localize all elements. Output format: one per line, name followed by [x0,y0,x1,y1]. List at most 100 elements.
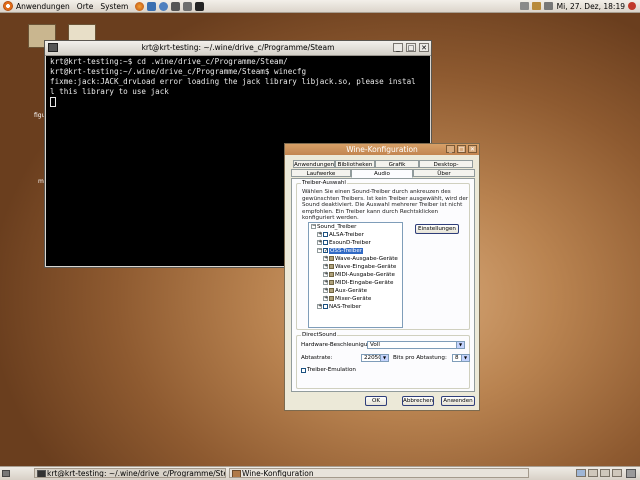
oss-checkbox[interactable]: ✓ [323,248,328,254]
device-icon [329,296,334,301]
tab-audio[interactable]: Audio [351,169,413,178]
terminal-line: l this library to use jack [50,87,169,96]
cancel-button[interactable]: Abbrechen [402,396,434,406]
terminal-title: krt@krt-testing: ~/.wine/drive_c/Program… [141,43,335,52]
taskbar-item-terminal[interactable]: krt@krt-testing: ~/.wine/drive_c/Program… [34,468,226,478]
expand-icon[interactable]: + [323,264,328,269]
terminal-line: krt@krt-testing:~$ cd .wine/drive_c/Prog… [50,57,288,66]
tab-graphics[interactable]: Grafik [375,160,419,168]
device-icon [329,264,334,269]
directsound-title: DirectSound [301,332,338,338]
tree-item-esound[interactable]: + EsounD-Treiber [317,240,371,248]
terminal-launcher-icon[interactable] [171,1,181,11]
driver-emulation-checkbox[interactable] [301,367,306,373]
taskbar-item-wine[interactable]: Wine-Konfiguration [229,468,529,478]
expand-icon[interactable]: + [323,296,328,301]
top-panel: Anwendungen Orte System Mi, 27. Dez, 18:… [0,0,640,13]
esound-checkbox[interactable] [323,240,328,245]
screenshot-launcher-icon[interactable] [183,1,193,11]
chevron-down-icon[interactable]: ▼ [456,342,464,348]
tree-item-aux[interactable]: + Aux-Geräte [323,288,367,296]
terminal-titlebar[interactable]: krt@krt-testing: ~/.wine/drive_c/Program… [45,41,431,56]
expand-icon[interactable]: + [317,240,322,245]
driver-group-title: Treiber-Auswahl [301,180,347,186]
terminal-icon [37,470,46,477]
tree-item-alsa[interactable]: + ALSA-Treiber [317,232,364,240]
sample-rate-select[interactable]: 22050 ▼ [361,354,389,362]
maximize-icon[interactable]: □ [406,43,416,52]
maximize-icon[interactable]: □ [457,145,466,153]
chevron-down-icon[interactable]: ▼ [380,355,388,361]
clock[interactable]: Mi, 27. Dez, 18:19 [557,2,625,11]
volume-icon[interactable] [543,2,553,10]
driver-description: Wählen Sie einen Sound-Treiber durch ank… [302,189,469,222]
menu-places[interactable]: Orte [77,2,94,11]
desktop-label-fragment-2: m [38,178,44,185]
show-desktop-icon[interactable] [2,470,10,477]
collapse-icon[interactable]: − [311,224,316,229]
expand-icon[interactable]: + [323,288,328,293]
tree-item-mixer[interactable]: + Mixer-Geräte [323,296,371,304]
minimize-icon[interactable]: _ [446,145,455,153]
firefox-launcher-icon[interactable] [135,1,145,11]
settings-button[interactable]: Einstellungen [415,224,459,234]
workspace-4[interactable] [612,469,622,477]
tab-drives[interactable]: Laufwerke [291,169,351,177]
expand-icon[interactable]: + [323,256,328,261]
close-icon[interactable]: ✕ [468,145,477,153]
wine-config-dialog: Wine-Konfiguration _ □ ✕ Anwendungen Bib… [284,143,480,411]
sample-rate-label: Abtastrate: [301,355,333,361]
bits-select[interactable]: 8 ▼ [452,354,470,362]
update-icon[interactable] [531,2,541,10]
tree-item-midi-out[interactable]: + MIDI-Ausgabe-Geräte [323,272,395,280]
device-icon [329,288,334,293]
mail-launcher-icon[interactable] [147,1,157,11]
workspace-1[interactable] [576,469,586,477]
wine-titlebar[interactable]: Wine-Konfiguration _ □ ✕ [285,144,479,155]
device-icon [329,272,334,277]
device-icon [329,280,334,285]
alsa-checkbox[interactable] [323,232,328,237]
collapse-icon[interactable]: − [317,248,322,253]
minimize-icon[interactable]: _ [393,43,403,52]
tree-item-nas[interactable]: + NAS-Treiber [317,304,361,312]
window-menu-icon[interactable] [48,43,58,52]
tab-libraries[interactable]: Bibliotheken [335,160,375,168]
nas-checkbox[interactable] [323,304,328,309]
ubuntu-logo-icon[interactable] [3,1,13,11]
tab-applications[interactable]: Anwendungen [293,160,335,168]
wine-title: Wine-Konfiguration [346,145,418,154]
bottom-panel: krt@krt-testing: ~/.wine/drive_c/Program… [0,466,640,480]
close-icon[interactable]: ✕ [419,43,429,52]
expand-icon[interactable]: + [323,272,328,277]
workspace-3[interactable] [600,469,610,477]
hw-accel-label: Hardware-Beschleunigung: [301,342,377,348]
help-launcher-icon[interactable] [159,1,169,11]
tab-desktop-integration[interactable]: Desktop-Integration [419,160,473,176]
tree-item-midi-in[interactable]: + MIDI-Eingabe-Geräte [323,280,393,288]
trash-icon[interactable] [626,469,636,478]
tab-about[interactable]: Über [413,169,475,177]
driver-emulation-field[interactable]: Treiber-Emulation [301,367,356,373]
driver-tree[interactable]: −Sound_Treiber + ALSA-Treiber + EsounD-Tre… [308,222,403,328]
ok-button[interactable]: OK [365,396,387,406]
tree-item-wave-out[interactable]: + Wave-Ausgabe-Geräte [323,256,398,264]
expand-icon[interactable]: + [323,280,328,285]
chevron-down-icon[interactable]: ▼ [461,355,469,361]
driver-selection-group: Treiber-Auswahl Wählen Sie einen Sound-T… [296,180,470,330]
menu-applications[interactable]: Anwendungen [16,2,70,11]
expand-icon[interactable]: + [317,304,322,309]
driver-emulation-label: Treiber-Emulation [307,367,356,373]
directsound-group: DirectSound Hardware-Beschleunigung: Vol… [296,332,470,389]
workspace-2[interactable] [588,469,598,477]
network-icon[interactable] [519,2,529,10]
apply-button[interactable]: Anwenden [441,396,475,406]
hw-accel-select[interactable]: Voll ▼ [367,341,465,349]
power-icon[interactable] [628,2,636,10]
oss-label: OSS-Treiber [329,248,364,254]
bits-label: Bits pro Abtastung: [393,355,447,361]
tree-item-wave-in[interactable]: + Wave-Eingabe-Geräte [323,264,396,272]
menu-system[interactable]: System [100,2,128,11]
expand-icon[interactable]: + [317,232,322,237]
console-launcher-icon[interactable] [195,1,205,11]
